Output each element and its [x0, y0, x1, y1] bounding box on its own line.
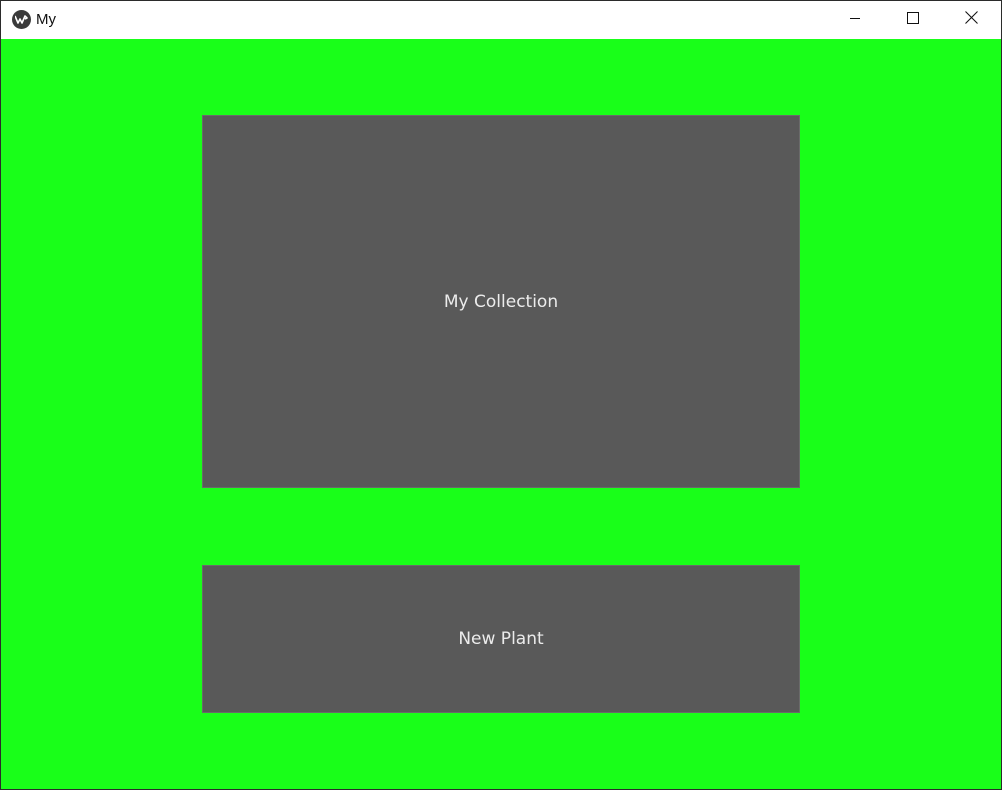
- my-collection-label: My Collection: [443, 291, 559, 312]
- kivy-logo-icon: [12, 10, 31, 29]
- app-window: My My Collection New Plant: [0, 0, 1002, 790]
- close-button[interactable]: [942, 1, 1000, 39]
- close-icon: [964, 11, 978, 29]
- main-screen: My Collection New Plant: [1, 39, 1001, 789]
- maximize-icon: [907, 11, 919, 29]
- window-title: My: [36, 11, 56, 28]
- title-bar[interactable]: My: [1, 1, 1001, 39]
- minimize-button[interactable]: [826, 1, 884, 39]
- new-plant-label: New Plant: [458, 629, 544, 649]
- minimize-icon: [849, 11, 861, 29]
- new-plant-button[interactable]: New Plant: [202, 565, 800, 713]
- my-collection-button[interactable]: My Collection: [202, 115, 800, 488]
- maximize-button[interactable]: [884, 1, 942, 39]
